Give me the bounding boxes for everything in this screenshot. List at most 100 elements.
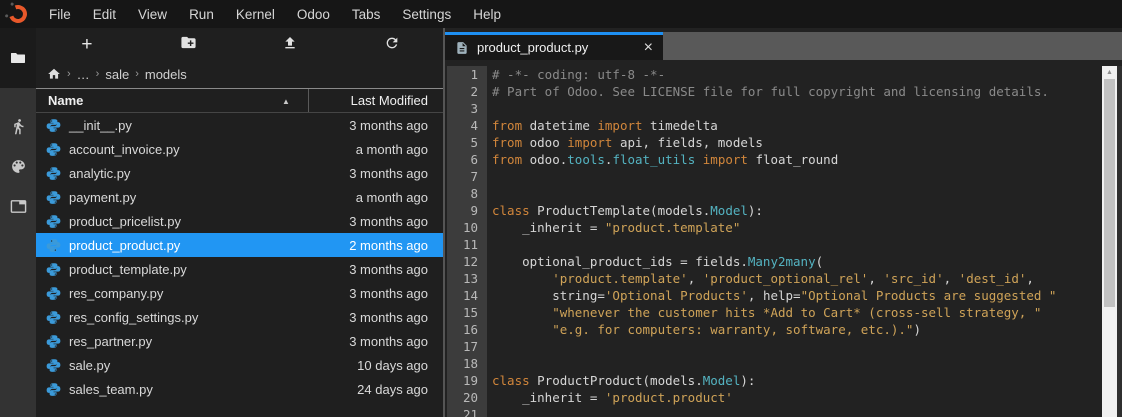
breadcrumb-item[interactable]: … <box>77 67 90 82</box>
file-name: res_partner.py <box>69 334 152 349</box>
line-number: 5 <box>447 134 478 151</box>
line-number: 10 <box>447 219 478 236</box>
sidebar-tab-file-browser[interactable] <box>0 28 36 88</box>
menu-help[interactable]: Help <box>462 7 512 22</box>
breadcrumb: ›…›sale›models <box>36 60 443 88</box>
file-document-icon <box>455 41 469 55</box>
python-file-icon <box>46 334 61 349</box>
new-launcher-button[interactable]: + <box>36 28 138 60</box>
close-icon[interactable]: × <box>644 40 653 56</box>
upload-button[interactable] <box>240 28 342 60</box>
breadcrumb-separator: › <box>135 68 139 80</box>
file-row-analytic.py[interactable]: analytic.py3 months ago <box>36 161 443 185</box>
menu-tabs[interactable]: Tabs <box>341 7 392 22</box>
file-row-res_company.py[interactable]: res_company.py3 months ago <box>36 281 443 305</box>
file-list-header: Name ▲ Last Modified <box>36 88 443 113</box>
scrollbar-thumb[interactable] <box>1104 79 1115 307</box>
sidebar-tab-commands[interactable] <box>0 146 36 186</box>
file-row-product_template.py[interactable]: product_template.py3 months ago <box>36 257 443 281</box>
menu-edit[interactable]: Edit <box>82 7 127 22</box>
file-name: product_template.py <box>69 262 187 277</box>
python-file-icon <box>46 142 61 157</box>
file-row-account_invoice.py[interactable]: account_invoice.pya month ago <box>36 137 443 161</box>
file-row-sale.py[interactable]: sale.py10 days ago <box>36 353 443 377</box>
file-modified: 24 days ago <box>357 382 428 397</box>
file-row-product_product.py[interactable]: product_product.py2 months ago <box>36 233 443 257</box>
plus-icon: + <box>81 35 92 54</box>
line-number: 12 <box>447 253 478 270</box>
column-header-last-modified[interactable]: Last Modified <box>309 93 443 108</box>
column-divider <box>308 89 309 112</box>
file-modified: 3 months ago <box>349 118 428 133</box>
code-line: "e.g. for computers: warranty, software,… <box>492 321 1102 338</box>
file-modified: a month ago <box>356 190 428 205</box>
code-line <box>492 100 1102 117</box>
line-number: 4 <box>447 117 478 134</box>
menu-kernel[interactable]: Kernel <box>225 7 286 22</box>
menu-file[interactable]: File <box>38 7 82 22</box>
line-number: 3 <box>447 100 478 117</box>
new-folder-icon <box>180 34 197 54</box>
file-name: res_config_settings.py <box>69 310 198 325</box>
file-modified: 3 months ago <box>349 286 428 301</box>
menu-settings[interactable]: Settings <box>391 7 462 22</box>
line-number: 1 <box>447 66 478 83</box>
editor-panel: product_product.py × 1234567891011121314… <box>443 28 1122 417</box>
python-file-icon <box>46 262 61 277</box>
sidebar-tab-open-tabs[interactable] <box>0 186 36 226</box>
editor-right-edge <box>1117 66 1122 417</box>
tab-product-product-py[interactable]: product_product.py × <box>445 32 663 60</box>
code-line: string='Optional Products', help="Option… <box>492 287 1102 304</box>
scrollbar-up-icon[interactable]: ▲ <box>1102 66 1117 79</box>
new-folder-button[interactable] <box>138 28 240 60</box>
menu-odoo[interactable]: Odoo <box>286 7 341 22</box>
line-number: 2 <box>447 83 478 100</box>
file-modified: 3 months ago <box>349 334 428 349</box>
file-name: payment.py <box>69 190 136 205</box>
breadcrumb-item[interactable]: sale <box>105 67 129 82</box>
file-modified: 3 months ago <box>349 166 428 181</box>
code-line: _inherit = "product.template" <box>492 219 1102 236</box>
file-row-res_partner.py[interactable]: res_partner.py 3 months ago <box>36 329 443 353</box>
file-modified: 3 months ago <box>349 214 428 229</box>
file-modified: 2 months ago <box>349 238 428 253</box>
code-editor[interactable]: 123456789101112131415161718192021 # -*- … <box>445 60 1122 417</box>
running-person-icon <box>10 118 27 135</box>
file-list: __init__.py3 months ago account_invoice.… <box>36 113 443 417</box>
file-modified: a month ago <box>356 142 428 157</box>
column-header-name[interactable]: Name <box>36 93 309 108</box>
code-line: from odoo.tools.float_utils import float… <box>492 151 1102 168</box>
line-number: 19 <box>447 372 478 389</box>
code-line <box>492 355 1102 372</box>
code-line <box>492 406 1102 417</box>
refresh-button[interactable] <box>341 28 443 60</box>
code-line: 'product.template', 'product_optional_re… <box>492 270 1102 287</box>
line-number: 8 <box>447 185 478 202</box>
menu-run[interactable]: Run <box>178 7 225 22</box>
file-row-payment.py[interactable]: payment.py a month ago <box>36 185 443 209</box>
breadcrumb-separator: › <box>67 68 71 80</box>
file-row-product_pricelist.py[interactable]: product_pricelist.py3 months ago <box>36 209 443 233</box>
file-row-sales_team.py[interactable]: sales_team.py 24 days ago <box>36 377 443 401</box>
sidebar-tab-running-sessions[interactable] <box>0 106 36 146</box>
sort-ascending-icon[interactable]: ▲ <box>282 97 290 106</box>
code-line: "whenever the customer hits *Add to Cart… <box>492 304 1102 321</box>
tabs-window-icon <box>10 198 27 215</box>
python-file-icon <box>46 118 61 133</box>
code-line: class ProductProduct(models.Model): <box>492 372 1102 389</box>
python-file-icon <box>46 286 61 301</box>
home-icon[interactable] <box>47 67 61 81</box>
file-name: sales_team.py <box>69 382 153 397</box>
code-content[interactable]: # -*- coding: utf-8 -*-# Part of Odoo. S… <box>487 66 1102 417</box>
line-number: 18 <box>447 355 478 372</box>
code-line: from odoo import api, fields, models <box>492 134 1102 151</box>
code-line <box>492 236 1102 253</box>
menu-view[interactable]: View <box>127 7 178 22</box>
breadcrumb-item[interactable]: models <box>145 67 187 82</box>
editor-scrollbar[interactable]: ▲ <box>1102 66 1117 417</box>
line-number: 11 <box>447 236 478 253</box>
python-file-icon <box>46 382 61 397</box>
line-number-gutter: 123456789101112131415161718192021 <box>447 66 487 417</box>
file-row-res_config_settings.py[interactable]: res_config_settings.py3 months ago <box>36 305 443 329</box>
file-row-__init__.py[interactable]: __init__.py3 months ago <box>36 113 443 137</box>
